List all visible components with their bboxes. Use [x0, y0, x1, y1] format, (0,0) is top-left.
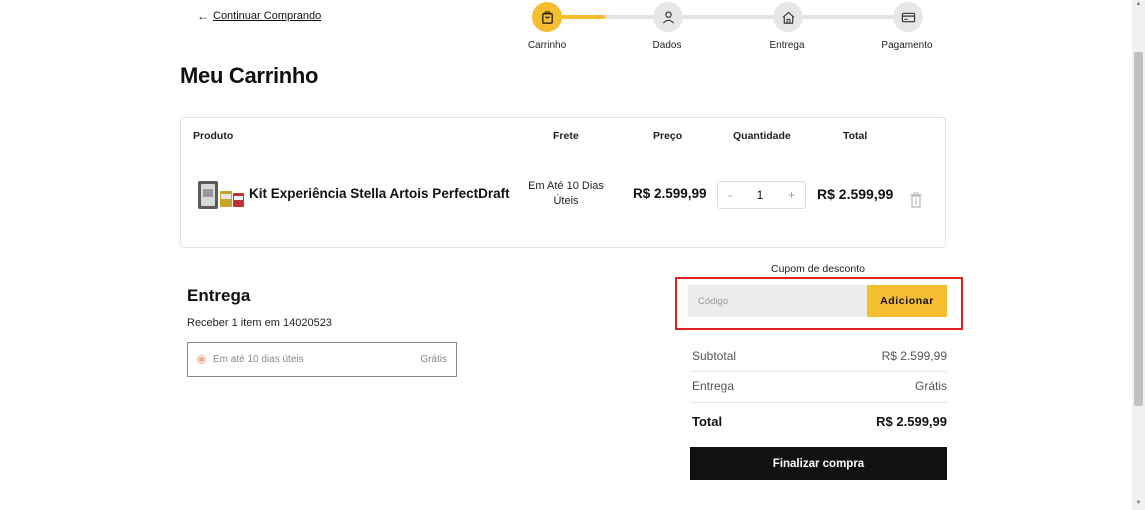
step-label-dados: Dados: [652, 40, 682, 51]
credit-card-icon: [901, 12, 915, 22]
continue-shopping-label: Continuar Comprando: [213, 10, 322, 22]
step-dados[interactable]: [653, 2, 683, 32]
step-label-carrinho: Carrinho: [527, 40, 567, 51]
home-icon: [781, 11, 795, 24]
shipping-option[interactable]: Em até 10 dias úteis Grátis: [187, 342, 457, 377]
header-frete: Frete: [553, 130, 579, 142]
quantity-decrease-button[interactable]: -: [728, 188, 732, 202]
shipping-radio[interactable]: [197, 355, 206, 364]
total-label: Total: [692, 414, 723, 429]
subtotal-value: R$ 2.599,99: [881, 349, 947, 363]
step-label-pagamento: Pagamento: [881, 40, 933, 51]
product-total: R$ 2.599,99: [817, 186, 894, 202]
summary-entrega-label: Entrega: [692, 379, 735, 393]
product-name[interactable]: Kit Experiência Stella Artois PerfectDra…: [249, 186, 510, 201]
quantity-value[interactable]: 1: [757, 188, 764, 202]
stepper-track-2: [683, 15, 773, 19]
product-frete: Em Até 10 Dias Úteis: [528, 180, 604, 207]
add-coupon-button[interactable]: Adicionar: [867, 285, 947, 317]
scrollbar-thumb[interactable]: [1134, 52, 1143, 406]
total-value: R$ 2.599,99: [876, 414, 947, 429]
step-pagamento[interactable]: [893, 2, 923, 32]
header-quantidade: Quantidade: [733, 130, 791, 142]
subtotal-label: Subtotal: [692, 349, 737, 363]
trash-icon[interactable]: [909, 192, 923, 208]
header-produto: Produto: [193, 130, 234, 142]
quantity-stepper: - 1 +: [717, 181, 806, 209]
user-icon: [662, 11, 674, 24]
finalizar-compra-button[interactable]: Finalizar compra: [690, 447, 947, 480]
scroll-up-icon[interactable]: ▲: [1134, 1, 1143, 7]
coupon-input[interactable]: [688, 285, 867, 317]
stepper-track-3: [803, 15, 893, 19]
product-price: R$ 2.599,99: [633, 186, 707, 201]
product-image: [198, 181, 244, 209]
summary-divider-1: [690, 371, 947, 372]
shipping-option-price: Grátis: [420, 354, 447, 365]
summary-entrega-value: Grátis: [914, 379, 947, 393]
step-carrinho[interactable]: [532, 2, 562, 32]
summary-entrega-row: Entrega Grátis: [692, 379, 947, 393]
arrow-left-icon: ←: [197, 9, 209, 23]
header-preco: Preço: [653, 130, 683, 142]
shopping-bag-icon: [541, 10, 553, 24]
coupon-label: Cupom de desconto: [771, 263, 865, 275]
shipping-option-label: Em até 10 dias úteis: [213, 354, 304, 365]
entrega-subtitle: Receber 1 item em 14020523: [187, 317, 332, 329]
entrega-title: Entrega: [187, 286, 251, 305]
summary-divider-2: [690, 402, 947, 403]
summary-total-row: Total R$ 2.599,99: [692, 414, 947, 429]
scroll-down-icon[interactable]: ▼: [1134, 500, 1143, 506]
summary-subtotal-row: Subtotal R$ 2.599,99: [692, 349, 947, 363]
radio-dot-icon: [199, 357, 204, 362]
step-label-entrega: Entrega: [769, 40, 805, 51]
stepper-progress-fill: [561, 15, 605, 19]
continue-shopping-link[interactable]: ← Continuar Comprando: [197, 9, 321, 23]
step-entrega[interactable]: [773, 2, 803, 32]
quantity-increase-button[interactable]: +: [788, 188, 795, 202]
stepper-track-1: [605, 15, 653, 19]
header-total: Total: [843, 130, 868, 142]
page-title: Meu Carrinho: [180, 63, 319, 88]
